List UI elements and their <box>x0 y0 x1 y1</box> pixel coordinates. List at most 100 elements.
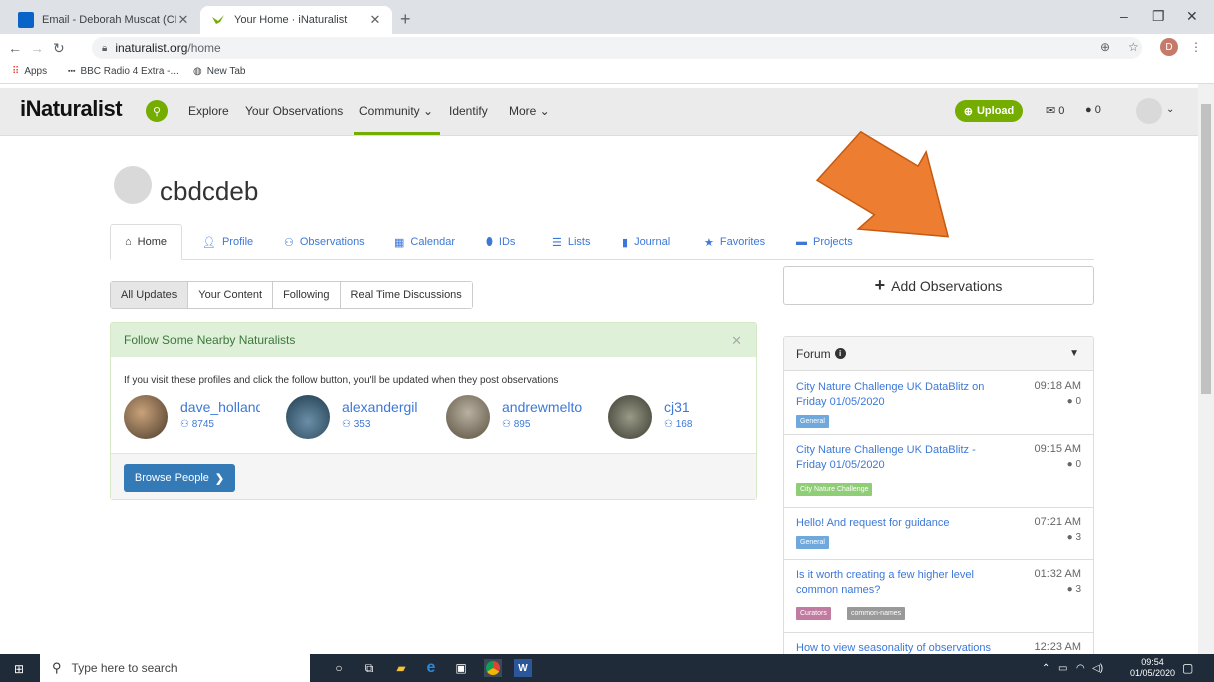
scrollbar-thumb[interactable] <box>1201 104 1211 394</box>
forum-header[interactable]: Forum i ▼ <box>784 337 1093 371</box>
topic-tag[interactable]: General <box>796 415 829 428</box>
tab-home[interactable]: ⌂ Home <box>110 224 182 260</box>
action-center-icon[interactable]: ▢ <box>1182 661 1193 675</box>
search-icon[interactable]: ⚲ <box>146 100 168 122</box>
bookmark-bbc-radio[interactable]: ▪▪▪ BBC Radio 4 Extra -... <box>68 66 179 77</box>
add-observations-button[interactable]: + Add Observations <box>783 266 1094 305</box>
annotation-arrow <box>815 130 950 238</box>
tab-calendar[interactable]: ▦ Calendar <box>380 224 469 260</box>
network-icon[interactable]: ▭ <box>1058 663 1067 674</box>
observation-count: ⚇ 895 <box>502 419 531 430</box>
windows-start-icon[interactable]: ⊞ <box>14 662 24 676</box>
tab-lists[interactable]: ☰ Lists <box>538 224 605 260</box>
filter-all-updates[interactable]: All Updates <box>111 282 189 308</box>
word-icon[interactable]: W <box>514 659 532 677</box>
tray-chevron-icon[interactable]: ⌃ <box>1042 663 1050 674</box>
close-tab-icon[interactable]: ✕ <box>176 12 190 28</box>
nav-more[interactable]: More ⌄ <box>509 104 550 118</box>
back-icon[interactable]: ← <box>8 40 22 56</box>
bookmark-star-icon[interactable]: ☆ <box>1128 40 1139 54</box>
forum-topic[interactable]: Is it worth creating a few higher level … <box>784 560 1093 633</box>
file-explorer-icon[interactable]: ▰ <box>392 659 410 677</box>
binoculars-icon: ⚇ <box>502 419 511 430</box>
close-icon[interactable]: ✕ <box>731 333 742 349</box>
topic-tag[interactable]: General <box>796 536 829 549</box>
topic-title[interactable]: Is it worth creating a few higher level … <box>796 568 996 598</box>
system-clock[interactable]: 09:54 01/05/2020 <box>1130 657 1175 679</box>
search-icon: ⚲ <box>52 660 62 675</box>
user-name[interactable]: alexandergil <box>342 399 422 415</box>
active-nav-indicator <box>354 132 440 135</box>
url-host: inaturalist.org <box>115 41 188 55</box>
tab-observations[interactable]: ⚇ Observations <box>270 224 379 260</box>
user-photo[interactable] <box>608 395 652 439</box>
forum-topic[interactable]: City Nature Challenge UK DataBlitz - Fri… <box>784 435 1093 508</box>
topic-title[interactable]: City Nature Challenge UK DataBlitz on Fr… <box>796 380 996 410</box>
user-name[interactable]: cj31 <box>664 399 744 415</box>
reload-icon[interactable]: ↻ <box>53 40 65 57</box>
nav-community[interactable]: Community ⌄ <box>359 104 433 118</box>
zoom-icon[interactable]: ⊕ <box>1100 40 1110 54</box>
caret-down-icon[interactable]: ▼ <box>1069 348 1079 359</box>
topic-tag[interactable]: City Nature Challenge <box>796 483 873 496</box>
cortana-icon[interactable]: ○ <box>330 659 348 677</box>
forum-topic[interactable]: City Nature Challenge UK DataBlitz on Fr… <box>784 372 1093 435</box>
user-photo[interactable] <box>446 395 490 439</box>
omnibox[interactable]: 🔒︎ inaturalist.org/home <box>92 37 1142 59</box>
user-name[interactable]: dave_holland <box>180 399 260 415</box>
user-photo[interactable] <box>124 395 168 439</box>
tab-ids[interactable]: ⬮ IDs <box>472 224 529 260</box>
topic-tag[interactable]: Curators <box>796 607 831 620</box>
messages-indicator[interactable]: ✉ 0 <box>1046 104 1064 117</box>
chrome-profile-avatar[interactable]: D <box>1160 38 1178 56</box>
user-name[interactable]: andrewmelton <box>502 399 582 415</box>
bookmark-new-tab[interactable]: ◍ New Tab <box>193 66 245 77</box>
naturalist-card[interactable]: cj31 ⚇ 168 <box>608 395 758 443</box>
new-tab-button[interactable]: + <box>400 9 411 30</box>
edge-icon[interactable]: e <box>422 659 440 677</box>
page-scrollbar[interactable] <box>1198 84 1214 654</box>
minimize-icon[interactable]: – <box>1120 8 1128 24</box>
close-tab-icon[interactable]: ✕ <box>368 12 382 28</box>
chevron-down-icon[interactable]: ⌄ <box>1166 104 1174 115</box>
topic-title[interactable]: Hello! And request for guidance <box>796 516 996 531</box>
task-view-icon[interactable]: ⧉ <box>360 659 378 677</box>
topic-replies: ● 0 <box>1066 459 1081 470</box>
bookmark-apps[interactable]: ⠿ Apps <box>12 66 47 77</box>
browser-tab-inaturalist[interactable]: Your Home · iNaturalist ✕ <box>200 6 392 34</box>
user-photo[interactable] <box>286 395 330 439</box>
taskbar-search[interactable]: ⚲ Type here to search <box>40 654 310 682</box>
wifi-icon[interactable]: ◠ <box>1076 663 1085 674</box>
user-avatar[interactable] <box>1136 98 1162 124</box>
chrome-icon[interactable] <box>484 659 502 677</box>
nav-explore[interactable]: Explore <box>188 104 229 118</box>
store-icon[interactable]: ▣ <box>452 659 470 677</box>
close-window-icon[interactable]: ✕ <box>1186 8 1198 25</box>
naturalist-card[interactable]: andrewmelton ⚇ 895 <box>446 395 596 443</box>
filter-following[interactable]: Following <box>273 282 341 308</box>
volume-icon[interactable]: ◁) <box>1092 663 1103 674</box>
tab-favorites[interactable]: ★ Favorites <box>690 224 779 260</box>
tab-profile[interactable]: 👤︎ Profile <box>188 224 267 260</box>
nav-your-observations[interactable]: Your Observations <box>245 104 343 118</box>
nav-identify[interactable]: Identify <box>449 104 488 118</box>
browse-people-button[interactable]: Browse People ❯ <box>124 464 235 492</box>
filter-real-time-discussions[interactable]: Real Time Discussions <box>340 282 472 308</box>
forum-topic[interactable]: How to view seasonality of observations … <box>784 633 1093 654</box>
naturalist-card[interactable]: dave_holland ⚇ 8745 <box>124 395 274 443</box>
inaturalist-bird-icon <box>210 12 226 28</box>
restore-icon[interactable]: ❐ <box>1152 8 1165 25</box>
browser-tab-email[interactable]: Email - Deborah Muscat (CBDC) ✕ <box>8 6 200 34</box>
filter-your-content[interactable]: Your Content <box>188 282 274 308</box>
bookmarks-bar: ⠿ Apps ▪▪▪ BBC Radio 4 Extra -... ◍ New … <box>0 62 1214 84</box>
naturalist-card[interactable]: alexandergil ⚇ 353 <box>286 395 436 443</box>
inaturalist-logo[interactable]: iNaturalist <box>20 96 123 122</box>
tab-journal[interactable]: ▮ Journal <box>608 224 684 260</box>
notifications-indicator[interactable]: ● 0 <box>1085 104 1101 116</box>
chrome-menu-icon[interactable]: ⋮ <box>1190 40 1202 54</box>
forum-topic[interactable]: Hello! And request for guidance 07:21 AM… <box>784 508 1093 560</box>
forward-icon[interactable]: → <box>30 40 44 56</box>
topic-title[interactable]: City Nature Challenge UK DataBlitz - Fri… <box>796 443 996 473</box>
topic-title[interactable]: How to view seasonality of observations <box>796 641 1026 654</box>
topic-tag[interactable]: common-names <box>847 607 906 620</box>
